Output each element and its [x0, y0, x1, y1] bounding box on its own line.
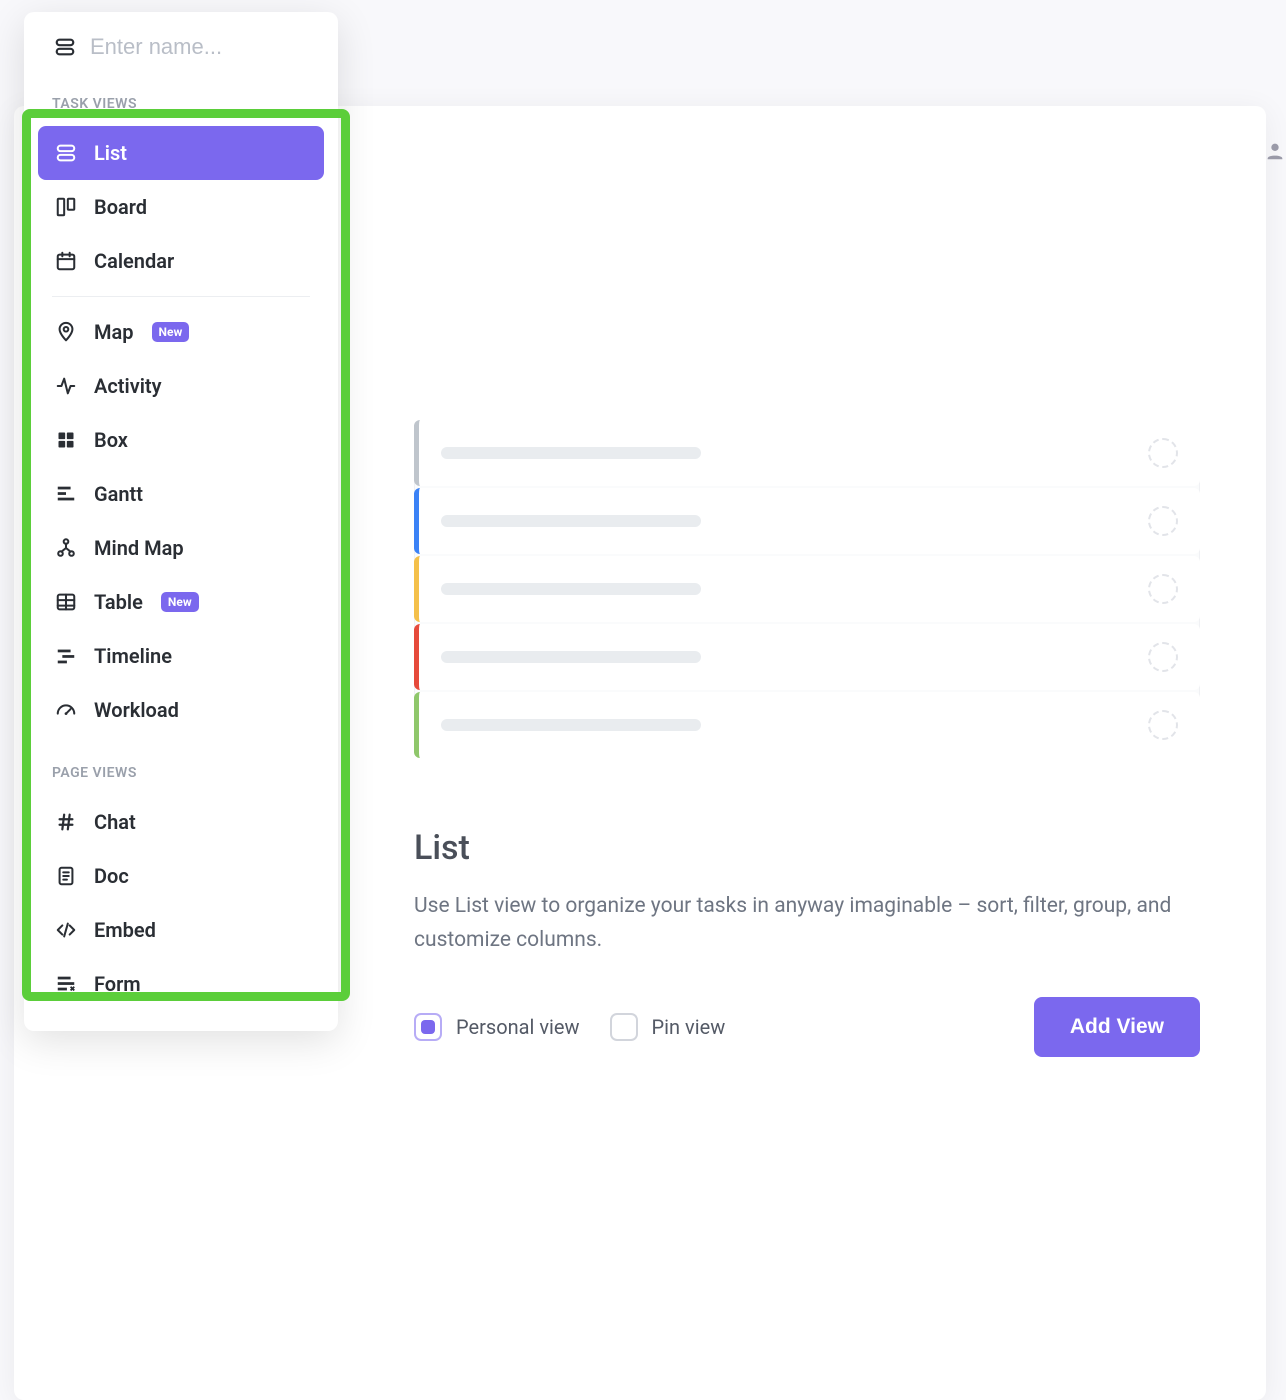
menu-item-label: Timeline — [94, 644, 172, 668]
name-input-row — [24, 12, 338, 82]
pin-view-label: Pin view — [652, 1015, 726, 1039]
box-icon — [54, 428, 78, 452]
activity-icon — [54, 374, 78, 398]
menu-item-label: Chat — [94, 810, 136, 834]
view-picker-panel: TASK VIEWS List Board Calendar Map New Activi… — [24, 12, 338, 1031]
map-icon — [54, 320, 78, 344]
timeline-icon — [54, 644, 78, 668]
task-view-gantt[interactable]: Gantt — [38, 467, 324, 521]
placeholder-bar — [441, 515, 701, 527]
assignee-placeholder-icon — [1148, 438, 1178, 468]
page-views-menu: Chat Doc Embed Form — [24, 791, 338, 1015]
person-icon — [1264, 140, 1286, 162]
task-view-timeline[interactable]: Timeline — [38, 629, 324, 683]
page-view-form[interactable]: Form — [38, 957, 324, 1011]
task-view-calendar[interactable]: Calendar — [38, 234, 324, 288]
new-badge: New — [152, 322, 190, 342]
form-icon — [54, 972, 78, 996]
menu-item-label: Map — [94, 320, 134, 344]
gantt-icon — [54, 482, 78, 506]
task-view-list[interactable]: List — [38, 126, 324, 180]
mindmap-icon — [54, 536, 78, 560]
page-views-label: PAGE VIEWS — [24, 751, 338, 791]
placeholder-bar — [441, 583, 701, 595]
menu-item-label: Workload — [94, 698, 179, 722]
checkbox-checked-icon[interactable] — [414, 1013, 442, 1041]
list-preview — [414, 420, 1200, 758]
list-icon — [54, 141, 78, 165]
menu-item-label: Doc — [94, 864, 129, 888]
task-view-map[interactable]: Map New — [38, 305, 324, 359]
assignee-placeholder-icon — [1148, 506, 1178, 536]
list-icon — [54, 36, 76, 58]
view-detail-panel: List Use List view to organize your task… — [414, 420, 1200, 1057]
pin-view-option[interactable]: Pin view — [610, 1013, 726, 1041]
menu-item-label: Calendar — [94, 249, 174, 273]
task-view-box[interactable]: Box — [38, 413, 324, 467]
placeholder-bar — [441, 719, 701, 731]
personal-view-label: Personal view — [456, 1015, 580, 1039]
page-view-chat[interactable]: Chat — [38, 795, 324, 849]
menu-item-label: Table — [94, 590, 143, 614]
new-badge: New — [161, 592, 199, 612]
placeholder-bar — [441, 447, 701, 459]
assignee-placeholder-icon — [1148, 574, 1178, 604]
task-view-board[interactable]: Board — [38, 180, 324, 234]
view-name-input[interactable] — [90, 34, 314, 60]
personal-view-option[interactable]: Personal view — [414, 1013, 580, 1041]
view-title: List — [414, 828, 1200, 868]
page-view-embed[interactable]: Embed — [38, 903, 324, 957]
embed-icon — [54, 918, 78, 942]
workload-icon — [54, 698, 78, 722]
menu-item-label: Mind Map — [94, 536, 184, 560]
actions-row: Personal view Pin view Add View — [414, 997, 1200, 1057]
page-view-doc[interactable]: Doc — [38, 849, 324, 903]
menu-divider — [52, 296, 310, 297]
add-view-button[interactable]: Add View — [1034, 997, 1200, 1057]
task-views-label: TASK VIEWS — [24, 82, 338, 122]
preview-row — [414, 624, 1200, 690]
task-view-workload[interactable]: Workload — [38, 683, 324, 737]
task-view-table[interactable]: Table New — [38, 575, 324, 629]
chat-icon — [54, 810, 78, 834]
menu-item-label: Activity — [94, 374, 162, 398]
task-views-menu: List Board Calendar Map New Activity Box Gantt M… — [24, 122, 338, 741]
task-view-activity[interactable]: Activity — [38, 359, 324, 413]
preview-row — [414, 692, 1200, 758]
menu-item-label: Gantt — [94, 482, 143, 506]
menu-item-label: Board — [94, 195, 147, 219]
task-view-mind-map[interactable]: Mind Map — [38, 521, 324, 575]
placeholder-bar — [441, 651, 701, 663]
checkbox-icon[interactable] — [610, 1013, 638, 1041]
view-description: Use List view to organize your tasks in … — [414, 890, 1200, 957]
table-icon — [54, 590, 78, 614]
board-icon — [54, 195, 78, 219]
preview-row — [414, 420, 1200, 486]
preview-row — [414, 488, 1200, 554]
menu-item-label: Form — [94, 972, 141, 996]
preview-row — [414, 556, 1200, 622]
menu-item-label: Embed — [94, 918, 156, 942]
menu-item-label: Box — [94, 428, 128, 452]
assignee-placeholder-icon — [1148, 710, 1178, 740]
calendar-icon — [54, 249, 78, 273]
doc-icon — [54, 864, 78, 888]
assignee-placeholder-icon — [1148, 642, 1178, 672]
menu-item-label: List — [94, 141, 127, 165]
